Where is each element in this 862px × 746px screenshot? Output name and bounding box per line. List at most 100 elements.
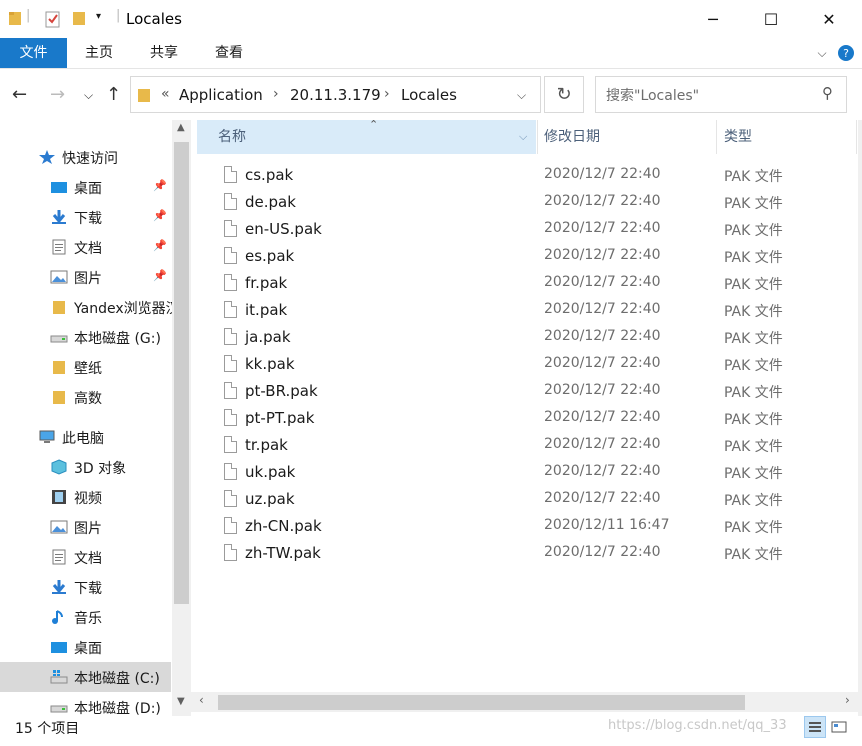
- file-date: 2020/12/7 22:40: [544, 490, 661, 506]
- file-row[interactable]: uk.pak 2020/12/7 22:40 PAK 文件: [191, 459, 831, 486]
- sidebar-item[interactable]: 高数: [0, 382, 171, 412]
- maximize-icon[interactable]: ☐: [742, 0, 800, 38]
- sidebar-item-label: Yandex浏览器汉: [74, 301, 180, 317]
- help-icon[interactable]: ?: [836, 38, 856, 68]
- navigation-pane: 快速访问 桌面 📌 下载 📌 文档 📌 图片 📌 Yandex浏览器汉 本地磁盘 (G:) 壁纸 高数此…: [0, 120, 191, 716]
- new-folder-icon[interactable]: [72, 10, 86, 30]
- breadcrumb-application[interactable]: Application: [179, 86, 263, 104]
- file-type: PAK 文件: [724, 196, 783, 212]
- scroll-right-icon[interactable]: ›: [845, 693, 850, 707]
- file-icon: [224, 166, 237, 183]
- tab-file[interactable]: 文件: [0, 38, 67, 68]
- ribbon-tabs: 文件 主页 共享 查看 ⌵ ?: [0, 38, 862, 69]
- file-row[interactable]: pt-BR.pak 2020/12/7 22:40 PAK 文件: [191, 378, 831, 405]
- sidebar-item[interactable]: 音乐: [0, 602, 171, 632]
- horizontal-scroll-thumb[interactable]: [218, 695, 745, 710]
- tab-home[interactable]: 主页: [74, 38, 124, 68]
- file-row[interactable]: it.pak 2020/12/7 22:40 PAK 文件: [191, 297, 831, 324]
- sidebar-item[interactable]: 壁纸: [0, 352, 171, 382]
- search-input[interactable]: [604, 85, 813, 107]
- sidebar-item[interactable]: 本地磁盘 (C:): [0, 662, 171, 692]
- column-divider[interactable]: [716, 120, 717, 154]
- file-icon: [224, 544, 237, 561]
- file-name: tr.pak: [245, 436, 288, 454]
- address-dropdown-icon[interactable]: ⌵: [517, 88, 526, 103]
- file-row[interactable]: tr.pak 2020/12/7 22:40 PAK 文件: [191, 432, 831, 459]
- search-icon[interactable]: ⚲: [822, 84, 833, 102]
- scroll-left-icon[interactable]: ‹: [199, 693, 204, 707]
- sidebar-item[interactable]: 3D 对象: [0, 452, 171, 482]
- recent-locations-icon[interactable]: ⌵: [84, 88, 93, 103]
- pin-icon: 📌: [153, 239, 167, 252]
- sidebar-item[interactable]: 此电脑: [0, 422, 171, 452]
- sidebar-item-label: 音乐: [74, 611, 102, 627]
- search-box[interactable]: ⚲: [595, 76, 847, 113]
- tab-view[interactable]: 查看: [204, 38, 254, 68]
- sidebar-item-label: 文档: [74, 551, 102, 567]
- properties-icon[interactable]: [45, 10, 61, 32]
- back-arrow-icon[interactable]: ←: [12, 84, 27, 105]
- sidebar-item[interactable]: 桌面: [0, 632, 171, 662]
- file-icon: [224, 301, 237, 318]
- large-icons-view-icon[interactable]: [828, 716, 850, 738]
- forward-arrow-icon[interactable]: →: [50, 84, 65, 105]
- file-name: it.pak: [245, 301, 288, 319]
- file-row[interactable]: cs.pak 2020/12/7 22:40 PAK 文件: [191, 162, 831, 189]
- column-divider[interactable]: [537, 120, 538, 154]
- sidebar-item-label: 下载: [74, 581, 102, 597]
- file-row[interactable]: fr.pak 2020/12/7 22:40 PAK 文件: [191, 270, 831, 297]
- sidebar-item[interactable]: Yandex浏览器汉: [0, 292, 180, 322]
- toolbar-divider: |: [116, 8, 121, 23]
- chevron-down-icon[interactable]: ⌵: [519, 120, 527, 154]
- file-row[interactable]: zh-CN.pak 2020/12/11 16:47 PAK 文件: [191, 513, 831, 540]
- scroll-up-icon[interactable]: ▲: [177, 122, 185, 133]
- file-row[interactable]: zh-TW.pak 2020/12/7 22:40 PAK 文件: [191, 540, 831, 567]
- customize-toolbar-icon[interactable]: ▾: [96, 11, 101, 22]
- close-icon[interactable]: ✕: [800, 0, 858, 38]
- column-type-header[interactable]: 类型: [724, 120, 752, 154]
- file-row[interactable]: en-US.pak 2020/12/7 22:40 PAK 文件: [191, 216, 831, 243]
- address-bar[interactable]: « Application › 20.11.3.179 › Locales ⌵: [130, 76, 541, 113]
- sidebar-item[interactable]: 图片: [0, 512, 171, 542]
- sidebar-item[interactable]: 视频: [0, 482, 171, 512]
- column-name-header[interactable]: 名称: [197, 120, 536, 154]
- file-date: 2020/12/7 22:40: [544, 220, 661, 236]
- chevron-right-icon[interactable]: ›: [384, 86, 390, 102]
- file-row[interactable]: de.pak 2020/12/7 22:40 PAK 文件: [191, 189, 831, 216]
- file-row[interactable]: uz.pak 2020/12/7 22:40 PAK 文件: [191, 486, 831, 513]
- file-row[interactable]: pt-PT.pak 2020/12/7 22:40 PAK 文件: [191, 405, 831, 432]
- breadcrumb-locales[interactable]: Locales: [401, 86, 457, 104]
- chevron-down-icon[interactable]: ⌵: [812, 38, 832, 68]
- file-type: PAK 文件: [724, 223, 783, 239]
- column-date-header[interactable]: 修改日期: [544, 120, 600, 154]
- breadcrumb-version[interactable]: 20.11.3.179: [290, 86, 381, 104]
- file-row[interactable]: ja.pak 2020/12/7 22:40 PAK 文件: [191, 324, 831, 351]
- sidebar-item[interactable]: 本地磁盘 (G:): [0, 322, 171, 352]
- sidebar-item[interactable]: 下载: [0, 572, 171, 602]
- chevron-right-icon[interactable]: ›: [273, 86, 279, 102]
- nav-scroll-thumb[interactable]: [174, 142, 189, 604]
- scroll-down-icon[interactable]: ▼: [177, 696, 185, 707]
- up-arrow-icon[interactable]: ↑: [106, 84, 121, 105]
- minimize-icon[interactable]: ─: [684, 0, 742, 38]
- file-row[interactable]: es.pak 2020/12/7 22:40 PAK 文件: [191, 243, 831, 270]
- refresh-icon[interactable]: ↻: [544, 76, 584, 113]
- sidebar-item[interactable]: 文档 📌: [0, 232, 171, 262]
- horizontal-scrollbar[interactable]: ‹ ›: [191, 692, 862, 712]
- sidebar-item[interactable]: 文档: [0, 542, 171, 572]
- sidebar-item-label: 本地磁盘 (C:): [74, 671, 160, 687]
- column-divider[interactable]: [856, 120, 857, 154]
- file-name: es.pak: [245, 247, 295, 265]
- overflow-chevron[interactable]: «: [161, 86, 170, 102]
- sidebar-item[interactable]: 本地磁盘 (D:): [0, 692, 171, 716]
- sidebar-item-label: 桌面: [74, 181, 102, 197]
- sidebar-item[interactable]: 下载 📌: [0, 202, 171, 232]
- file-row[interactable]: kk.pak 2020/12/7 22:40 PAK 文件: [191, 351, 831, 378]
- sidebar-item[interactable]: 图片 📌: [0, 262, 171, 292]
- sidebar-item[interactable]: 快速访问: [0, 142, 171, 172]
- file-icon: [224, 328, 237, 345]
- details-view-icon[interactable]: [804, 716, 826, 738]
- tab-share[interactable]: 共享: [138, 38, 190, 68]
- nav-scrollbar[interactable]: ▲ ▼: [172, 120, 191, 716]
- sidebar-item[interactable]: 桌面 📌: [0, 172, 171, 202]
